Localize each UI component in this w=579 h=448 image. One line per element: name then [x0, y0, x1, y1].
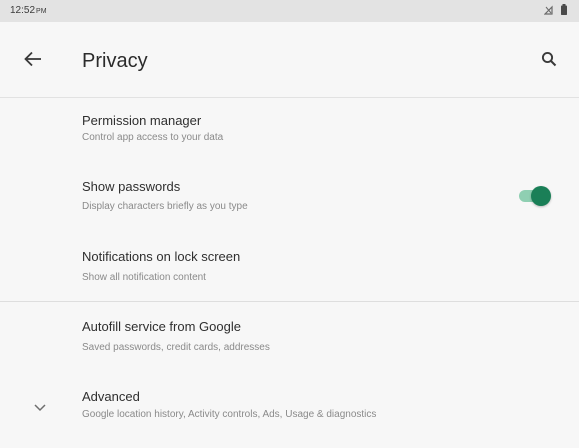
section-divider: [0, 301, 579, 302]
pref-title: Autofill service from Google: [82, 319, 241, 334]
pref-summary: Display characters briefly as you type: [82, 201, 248, 212]
pref-summary: Saved passwords, credit cards, addresses: [82, 342, 270, 353]
status-time-value: 12:52: [10, 5, 36, 16]
status-time: 12:52PM: [10, 5, 47, 16]
pref-show-passwords[interactable]: Show passwords Display characters briefl…: [0, 172, 579, 226]
show-passwords-toggle[interactable]: [517, 186, 551, 206]
toggle-thumb: [531, 186, 551, 206]
signal-icon: [544, 5, 553, 15]
pref-title: Advanced: [82, 389, 140, 404]
pref-permission-manager[interactable]: Permission manager Control app access to…: [0, 104, 579, 158]
battery-icon: [561, 4, 567, 15]
pref-summary: Google location history, Activity contro…: [82, 409, 377, 420]
app-bar-divider: [0, 97, 579, 98]
back-arrow-icon: [24, 51, 42, 72]
search-button[interactable]: [535, 47, 563, 75]
status-icons: [544, 4, 567, 15]
app-bar: Privacy: [0, 22, 579, 97]
pref-advanced[interactable]: Advanced Google location history, Activi…: [0, 382, 579, 438]
pref-title: Permission manager: [82, 113, 202, 128]
pref-autofill-service[interactable]: Autofill service from Google Saved passw…: [0, 312, 579, 368]
status-time-suffix: PM: [36, 8, 47, 15]
pref-summary: Control app access to your data: [82, 132, 224, 143]
chevron-down-icon: [33, 400, 47, 412]
back-button[interactable]: [18, 46, 48, 76]
pref-title: Show passwords: [82, 179, 181, 194]
status-bar: 12:52PM: [0, 0, 579, 22]
page-title: Privacy: [82, 50, 148, 72]
pref-notifications-lock-screen[interactable]: Notifications on lock screen Show all no…: [0, 242, 579, 296]
pref-summary: Show all notification content: [82, 272, 206, 283]
search-icon: [541, 51, 557, 72]
pref-title: Notifications on lock screen: [82, 249, 241, 264]
